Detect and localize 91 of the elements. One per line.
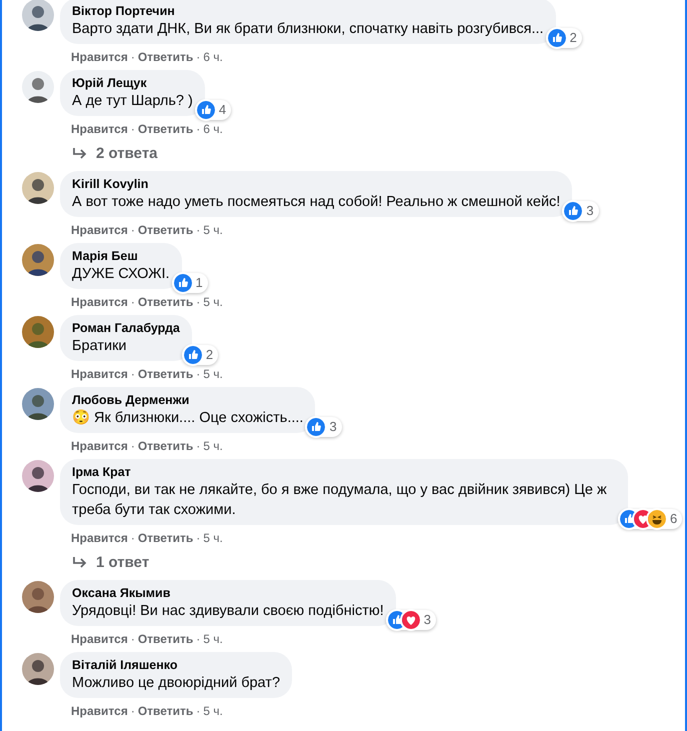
comment-text: А вот тоже надо уметь посмеяться над собой! Реально ж смешной кейс! bbox=[72, 193, 560, 212]
reply-arrow-icon bbox=[72, 556, 88, 570]
timestamp[interactable]: 5 ч. bbox=[203, 294, 223, 310]
like-link[interactable]: Нравится bbox=[71, 121, 128, 137]
like-link[interactable]: Нравится bbox=[71, 530, 128, 546]
reply-link[interactable]: Ответить bbox=[138, 294, 194, 310]
separator-dot: · bbox=[196, 49, 200, 65]
like-link[interactable]: Нравится bbox=[71, 294, 128, 310]
author-name[interactable]: Віктор Портечин bbox=[72, 3, 544, 19]
timestamp[interactable]: 5 ч. bbox=[203, 438, 223, 454]
author-name[interactable]: Роман Галабурда bbox=[72, 320, 180, 336]
author-name[interactable]: Kirill Kovylin bbox=[72, 176, 560, 192]
separator-dot: · bbox=[130, 366, 135, 382]
thumbs-up-icon bbox=[548, 29, 566, 47]
separator-dot: · bbox=[196, 294, 200, 310]
timestamp[interactable]: 5 ч. bbox=[203, 631, 223, 647]
reaction-count: 2 bbox=[570, 30, 577, 46]
separator-dot: · bbox=[130, 49, 135, 65]
reply-arrow-icon bbox=[72, 147, 88, 161]
reaction-badge[interactable]: 3 bbox=[386, 610, 436, 630]
separator-dot: · bbox=[130, 703, 135, 719]
separator-dot: · bbox=[196, 121, 200, 137]
separator-dot: · bbox=[196, 222, 200, 238]
reaction-badge[interactable]: 2 bbox=[182, 345, 218, 365]
separator-dot: · bbox=[196, 631, 200, 647]
separator-dot: · bbox=[130, 530, 135, 546]
view-replies-link[interactable]: 2 ответа bbox=[96, 144, 158, 164]
comment-text: 😳 Як близнюки.... Оце схожість.... bbox=[72, 408, 304, 428]
reply-link[interactable]: Ответить bbox=[138, 530, 194, 546]
thumbs-up-icon bbox=[184, 346, 202, 364]
author-name[interactable]: Оксана Якымив bbox=[72, 585, 384, 601]
comment-text: Братики bbox=[72, 337, 128, 356]
thumbs-up-icon bbox=[174, 274, 192, 292]
like-link[interactable]: Нравится bbox=[71, 438, 128, 454]
heart-icon bbox=[402, 611, 420, 629]
reaction-count: 4 bbox=[218, 102, 226, 118]
like-link[interactable]: Нравится bbox=[71, 366, 128, 382]
reply-link[interactable]: Ответить bbox=[138, 631, 194, 647]
reply-link[interactable]: Ответить bbox=[138, 121, 194, 137]
comment-text: А де тут Шарль? ) bbox=[72, 92, 193, 111]
comment-text: Варто здати ДНК, Ви як брати близнюки, спочатку навіть розгубився... bbox=[72, 20, 544, 39]
thumbs-up-icon bbox=[307, 418, 326, 436]
reaction-count: 6 bbox=[670, 511, 678, 527]
reaction-badge[interactable]: 1 bbox=[172, 273, 208, 293]
reply-link[interactable]: Ответить bbox=[138, 438, 194, 454]
reaction-badge[interactable]: 6 bbox=[618, 509, 682, 529]
separator-dot: · bbox=[130, 438, 135, 454]
comment-text: ДУЖЕ СХОЖІ. bbox=[72, 265, 170, 284]
reaction-count: 1 bbox=[196, 275, 203, 291]
timestamp[interactable]: 5 ч. bbox=[203, 530, 223, 546]
thumbs-up-icon bbox=[564, 202, 582, 220]
like-link[interactable]: Нравится bbox=[71, 703, 128, 719]
comment-text: Урядовці! Ви нас здивували своєю подібністю! bbox=[72, 602, 384, 621]
reaction-badge[interactable]: 4 bbox=[194, 100, 232, 120]
separator-dot: · bbox=[130, 294, 135, 310]
reaction-badge[interactable]: 2 bbox=[546, 28, 582, 48]
reply-link[interactable]: Ответить bbox=[138, 366, 194, 382]
reaction-count: 3 bbox=[586, 203, 594, 219]
timestamp[interactable]: 5 ч. bbox=[203, 366, 223, 382]
separator-dot: · bbox=[196, 438, 200, 454]
separator-dot: · bbox=[196, 703, 200, 719]
author-name[interactable]: Віталій Іляшенко bbox=[72, 657, 280, 673]
separator-dot: · bbox=[196, 366, 200, 382]
separator-dot: · bbox=[196, 530, 200, 546]
reaction-badge[interactable]: 3 bbox=[562, 201, 599, 221]
reaction-badge[interactable]: 3 bbox=[305, 417, 342, 437]
reaction-count: 3 bbox=[329, 419, 337, 435]
reaction-count: 2 bbox=[206, 347, 214, 363]
timestamp[interactable]: 6 ч. bbox=[203, 121, 223, 137]
comment-text: Можливо це двоюрідний брат? bbox=[72, 674, 280, 693]
separator-dot: · bbox=[130, 631, 135, 647]
separator-dot: · bbox=[130, 222, 135, 238]
thumbs-up-icon bbox=[196, 101, 215, 119]
view-replies-link[interactable]: 1 ответ bbox=[96, 553, 150, 573]
laughing-face-icon bbox=[648, 510, 666, 528]
like-link[interactable]: Нравится bbox=[71, 49, 128, 65]
timestamp[interactable]: 6 ч. bbox=[203, 49, 223, 65]
author-name[interactable]: Марія Беш bbox=[72, 248, 170, 264]
timestamp[interactable]: 5 ч. bbox=[203, 222, 223, 238]
comment-text: Господи, ви так не лякайте, бо я вже подумала, що у вас двійник зявився) Це ж треба бути так схожими. bbox=[72, 481, 608, 520]
timestamp[interactable]: 5 ч. bbox=[203, 703, 223, 719]
reply-link[interactable]: Ответить bbox=[138, 703, 194, 719]
author-name[interactable]: Любовь Дерменжи bbox=[72, 392, 304, 408]
separator-dot: · bbox=[130, 121, 135, 137]
like-link[interactable]: Нравится bbox=[71, 222, 128, 238]
like-link[interactable]: Нравится bbox=[71, 631, 128, 647]
reply-link[interactable]: Ответить bbox=[138, 222, 194, 238]
reaction-count: 3 bbox=[424, 612, 431, 628]
author-name[interactable]: Ірма Крат bbox=[72, 464, 616, 480]
reply-link[interactable]: Ответить bbox=[138, 49, 194, 65]
author-name[interactable]: Юрій Лещук bbox=[72, 75, 193, 91]
